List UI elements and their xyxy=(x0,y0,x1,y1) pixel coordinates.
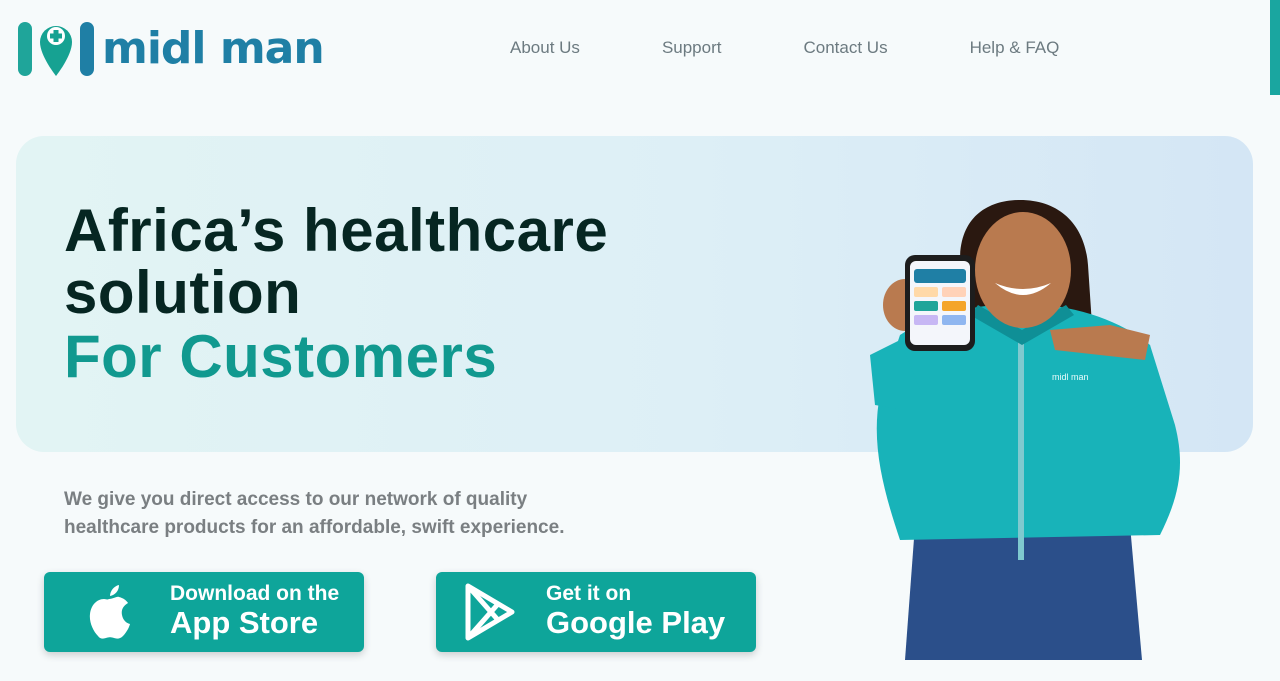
svg-text:midl man: midl man xyxy=(1052,372,1089,382)
app-store-big-label: App Store xyxy=(170,605,319,640)
top-nav: About Us Support Contact Us Help & FAQ xyxy=(510,38,1141,58)
nav-contact-us[interactable]: Contact Us xyxy=(803,38,887,58)
hero-title: Africa’s healthcare solution xyxy=(64,200,608,324)
google-play-big-label: Google Play xyxy=(546,605,726,640)
person-with-phone-image: midl man xyxy=(870,200,1180,660)
logo[interactable]: midl man xyxy=(18,20,325,78)
google-play-small-label: Get it on xyxy=(546,582,632,605)
nav-about-us[interactable]: About Us xyxy=(510,38,580,58)
hero-title-line2: solution xyxy=(64,259,302,326)
nav-support[interactable]: Support xyxy=(662,38,722,58)
app-store-button[interactable]: Download on the App Store xyxy=(44,572,364,652)
nav-help-faq[interactable]: Help & FAQ xyxy=(970,38,1060,58)
google-play-button[interactable]: Get it on Google Play xyxy=(436,572,756,652)
scrollbar-thumb[interactable] xyxy=(1270,0,1280,95)
hero-description: We give you direct access to our network… xyxy=(64,489,565,538)
logo-mark-icon xyxy=(18,22,94,76)
google-play-icon xyxy=(436,572,546,652)
hero-title-line1: Africa’s healthcare xyxy=(64,197,609,264)
hero-subtitle: For Customers xyxy=(64,323,498,390)
landing-page: midl man About Us Support Contact Us Hel… xyxy=(0,0,1280,681)
logo-text: midl man xyxy=(102,23,325,74)
app-store-small-label: Download on the xyxy=(170,582,340,605)
apple-icon xyxy=(64,572,154,652)
